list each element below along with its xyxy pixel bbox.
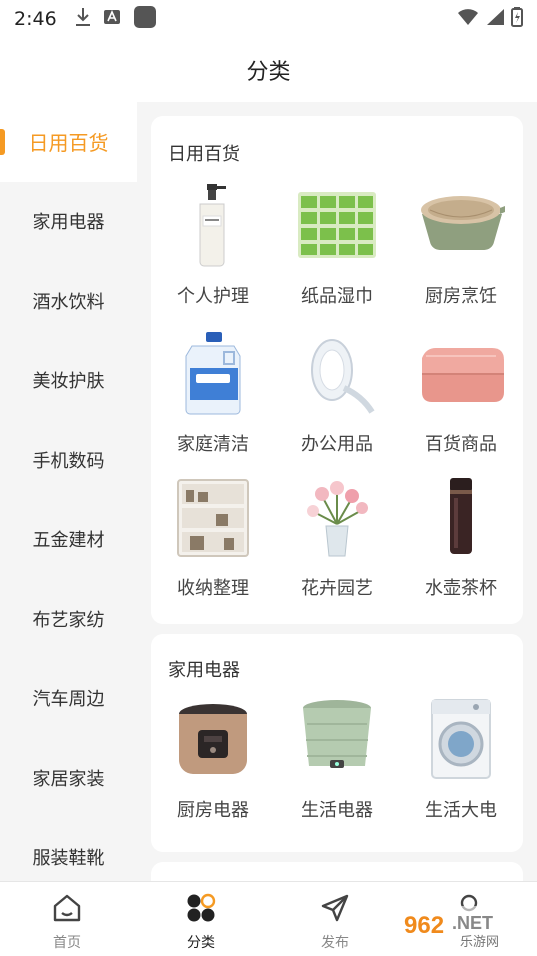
folding-washer-image (292, 694, 382, 784)
category-item-label: 厨房电器 (177, 800, 249, 821)
tissue-packs-image (292, 180, 382, 270)
battery-icon (511, 7, 523, 31)
category-item-general-goods[interactable]: 百货商品 (399, 328, 523, 456)
status-time: 2:46 (14, 8, 57, 30)
detergent-bottle-image (168, 328, 258, 418)
nav-label: 首页 (53, 935, 81, 951)
category-item-office-supplies[interactable]: 办公用品 (275, 328, 399, 456)
download-icon (75, 7, 91, 31)
svg-text:.NET: .NET (452, 913, 493, 933)
category-content: 日用百货 个人护理 纸品湿巾 厨房烹饪 家庭清洁 办公用品 百货商品 收纳整理 … (137, 102, 537, 881)
svg-text:962: 962 (404, 912, 444, 939)
category-sidebar: 日用百货 家用电器 酒水饮料 美妆护肤 手机数码 五金建材 布艺家纺 汽车周边 … (0, 102, 137, 881)
category-item-label: 水壶茶杯 (425, 578, 497, 599)
category-item-gardening[interactable]: 花卉园艺 (275, 472, 399, 600)
category-item-label: 个人护理 (177, 286, 249, 307)
colander-bowl-image (416, 180, 506, 270)
category-item-kitchen-cooking[interactable]: 厨房烹饪 (399, 180, 523, 308)
section-card-daily-goods: 日用百货 个人护理 纸品湿巾 厨房烹饪 家庭清洁 办公用品 百货商品 收纳整理 … (151, 116, 523, 624)
sidebar-item-digital[interactable]: 手机数码 (0, 420, 137, 500)
rice-cooker-image (168, 694, 258, 784)
category-item-kitchen-appliances[interactable]: 厨房电器 (151, 694, 275, 822)
category-icon (185, 892, 217, 928)
page-title: 分类 (246, 60, 291, 85)
washing-machine-image (416, 694, 506, 784)
sidebar-item-home-decor[interactable]: 家居家装 (0, 738, 137, 818)
nav-category[interactable]: 分类 (134, 882, 268, 956)
category-item-home-cleaning[interactable]: 家庭清洁 (151, 328, 275, 456)
section-title: 日用百货 (168, 144, 240, 165)
sidebar-item-home-appliances[interactable]: 家用电器 (0, 182, 137, 262)
nav-label: 分类 (187, 935, 215, 951)
section-card-home-appliances: 家用电器 厨房电器 生活电器 生活大电 (151, 634, 523, 852)
app-square-icon (133, 5, 157, 33)
sidebar-item-label: 家居家装 (32, 768, 105, 790)
svg-text:乐游网: 乐游网 (460, 935, 499, 950)
category-item-kettles-cups[interactable]: 水壶茶杯 (399, 472, 523, 600)
flower-vase-image (292, 472, 382, 562)
tape-roll-image (292, 328, 382, 418)
sidebar-item-label: 手机数码 (32, 450, 105, 472)
site-watermark: 962 .NET 乐游网 (398, 906, 530, 950)
category-item-large-appliances[interactable]: 生活大电 (399, 694, 523, 822)
pump-bottle-image (168, 180, 258, 270)
sidebar-item-label: 布艺家纺 (32, 609, 105, 631)
wifi-icon (457, 8, 479, 30)
folded-towel-image (416, 328, 506, 418)
sidebar-item-auto[interactable]: 汽车周边 (0, 659, 137, 739)
category-item-living-appliances[interactable]: 生活电器 (275, 694, 399, 822)
nav-label: 发布 (321, 935, 349, 951)
sidebar-item-label: 日用百货 (28, 131, 109, 156)
category-item-label: 生活大电 (425, 800, 497, 821)
thermos-cup-image (416, 472, 506, 562)
category-item-personal-care[interactable]: 个人护理 (151, 180, 275, 308)
home-icon (51, 892, 83, 928)
sidebar-item-daily-goods[interactable]: 日用百货 (0, 102, 137, 182)
storage-cabinet-image (168, 472, 258, 562)
sidebar-item-label: 五金建材 (32, 530, 105, 552)
nav-home[interactable]: 首页 (0, 882, 134, 956)
category-item-label: 厨房烹饪 (425, 286, 497, 307)
status-bar: 2:46 (0, 0, 537, 38)
category-item-label: 生活电器 (301, 800, 373, 821)
category-item-label: 花卉园艺 (301, 578, 373, 599)
page-header: 分类 (0, 38, 537, 102)
sidebar-item-label: 服装鞋靴 (32, 848, 105, 870)
sidebar-item-textiles[interactable]: 布艺家纺 (0, 579, 137, 659)
sidebar-item-drinks[interactable]: 酒水饮料 (0, 261, 137, 341)
sidebar-item-label: 美妆护肤 (32, 371, 105, 393)
category-item-label: 办公用品 (301, 434, 373, 455)
section-title: 家用电器 (168, 660, 240, 681)
category-item-label: 收纳整理 (177, 578, 249, 599)
sidebar-item-label: 汽车周边 (32, 689, 105, 711)
section-card-partial (151, 862, 523, 881)
sidebar-item-apparel[interactable]: 服装鞋靴 (0, 818, 137, 882)
sidebar-item-beauty[interactable]: 美妆护肤 (0, 341, 137, 421)
category-item-label: 家庭清洁 (177, 434, 249, 455)
category-item-label: 百货商品 (425, 434, 497, 455)
send-icon (319, 892, 351, 928)
sidebar-item-label: 酒水饮料 (32, 291, 105, 313)
font-app-icon (103, 8, 121, 30)
category-item-label: 纸品湿巾 (301, 286, 373, 307)
category-item-storage[interactable]: 收纳整理 (151, 472, 275, 600)
sidebar-item-label: 家用电器 (32, 212, 105, 234)
category-item-paper-wipes[interactable]: 纸品湿巾 (275, 180, 399, 308)
signal-icon (485, 8, 505, 30)
nav-publish[interactable]: 发布 (268, 882, 402, 956)
sidebar-item-hardware[interactable]: 五金建材 (0, 500, 137, 580)
